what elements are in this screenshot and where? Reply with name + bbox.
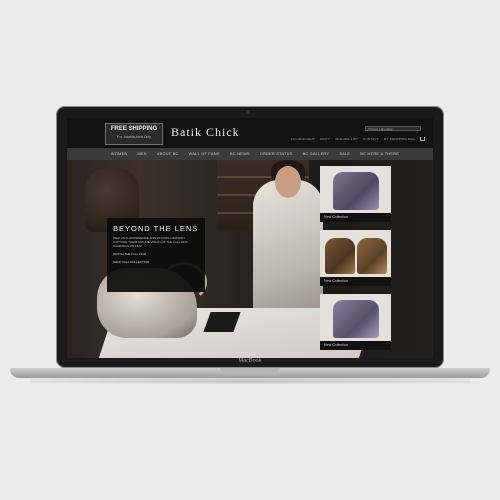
site-logo[interactable]: Batik Chick <box>171 125 240 140</box>
laptop-screen: FREE SHIPPING For Jakarta Area Only Bati… <box>67 118 433 358</box>
promo-subtitle: For Jakarta Area Only <box>116 135 152 139</box>
nav-about[interactable]: ABOUT BC <box>157 152 179 156</box>
link-login[interactable]: LOGIN/SIGNUP <box>291 137 315 141</box>
link-contact[interactable]: CONTACT <box>363 137 379 141</box>
product-panel: New Collection New Collection New Collec… <box>320 166 391 352</box>
device-brand: MacBook <box>238 358 262 364</box>
laptop-base <box>10 368 490 378</box>
nav-news[interactable]: BC NEWS <box>230 152 250 156</box>
nav-gallery[interactable]: BC GALLERY <box>303 152 330 156</box>
hero-body: INEZ VAN LAMSWEERDE AND VINOODH MATADIN … <box>113 236 188 248</box>
nav-women[interactable]: WOMEN <box>111 152 127 156</box>
product-label: New Collection <box>320 213 391 222</box>
product-card[interactable]: New Collection <box>320 294 391 350</box>
nav-here-there[interactable]: BC HERE & THERE <box>360 152 399 156</box>
model-face <box>275 166 301 198</box>
nav-wall-of-fame[interactable]: WALL OF FAME <box>189 152 220 156</box>
promo-title: FREE SHIPPING <box>110 126 158 132</box>
camera-dot <box>246 110 250 114</box>
product-image <box>323 232 388 274</box>
link-shopping-bag[interactable]: MY SHOPPING BAG <box>384 137 415 141</box>
watch-film-link[interactable]: WATCH THE FALL FILM <box>113 252 199 256</box>
top-links: LOGIN/SIGNUP WAITY WISHING LIST CONTACT … <box>291 137 425 141</box>
hero-title: BEYOND THE LENS <box>113 224 199 233</box>
link-waity[interactable]: WAITY <box>320 137 330 141</box>
product-card[interactable]: New Collection <box>320 166 391 222</box>
nav-sale[interactable]: SALE <box>339 152 350 156</box>
main-nav: WOMEN MEN ABOUT BC WALL OF FAME BC NEWS … <box>67 148 433 160</box>
language-select[interactable]: Choose Language <box>365 126 421 131</box>
product-image <box>323 168 388 210</box>
laptop-lid: FREE SHIPPING For Jakarta Area Only Bati… <box>56 106 444 368</box>
site-header: FREE SHIPPING For Jakarta Area Only Bati… <box>67 118 433 148</box>
nav-order-status[interactable]: ORDER STATUS <box>260 152 293 156</box>
product-card[interactable]: New Collection <box>320 230 391 286</box>
laptop-shadow <box>30 378 470 384</box>
free-shipping-badge[interactable]: FREE SHIPPING For Jakarta Area Only <box>105 123 163 145</box>
nav-men[interactable]: MEN <box>137 152 146 156</box>
product-label: New Collection <box>320 341 391 350</box>
hero-caption: BEYOND THE LENS INEZ VAN LAMSWEERDE AND … <box>107 218 205 292</box>
link-wishing-list[interactable]: WISHING LIST <box>335 137 358 141</box>
product-image <box>323 296 388 338</box>
laptop-notch <box>220 368 280 372</box>
cart-icon[interactable] <box>420 137 425 141</box>
shop-collection-link[interactable]: SHOP FALL COLLECTION <box>113 260 199 264</box>
product-label: New Collection <box>320 277 391 286</box>
